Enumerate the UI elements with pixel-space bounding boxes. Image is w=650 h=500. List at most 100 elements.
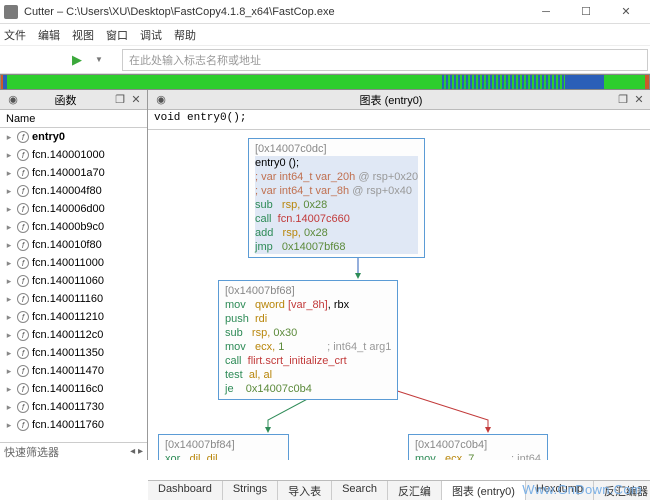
function-icon: f [17, 131, 29, 143]
function-signature: void entry0(); [148, 110, 650, 130]
watermark: Www.GnDown.Com [522, 482, 642, 497]
menu-5[interactable]: 帮助 [174, 27, 196, 43]
bottom-tab[interactable]: Dashboard [148, 481, 223, 500]
function-row[interactable]: ▸ffcn.140011350 [0, 344, 147, 362]
function-icon: f [17, 257, 29, 269]
menu-2[interactable]: 视图 [72, 27, 94, 43]
panel-close-icon[interactable]: ✕ [129, 93, 143, 107]
function-row[interactable]: ▸fentry0 [0, 128, 147, 146]
function-row[interactable]: ▸ffcn.140004f80 [0, 182, 147, 200]
function-icon: f [17, 275, 29, 287]
function-icon: f [17, 419, 29, 431]
app-icon [4, 5, 18, 19]
menu-3[interactable]: 窗口 [106, 27, 128, 43]
twisty-icon: ▸ [4, 420, 14, 431]
maximize-button[interactable]: ☐ [566, 1, 606, 23]
function-row[interactable]: ▸ffcn.140011730 [0, 398, 147, 416]
twisty-icon: ▸ [4, 294, 14, 305]
scroll-buttons[interactable]: ◂ ▸ [130, 446, 143, 457]
run-menu-button[interactable]: ▼ [86, 48, 112, 72]
search-input[interactable]: 在此处输入标志名称或地址 [122, 49, 648, 71]
twisty-icon: ▸ [4, 312, 14, 323]
window-title: Cutter – C:\Users\XU\Desktop\FastCopy4.1… [24, 6, 526, 18]
function-name: fcn.140011060 [32, 275, 104, 287]
function-icon: f [17, 347, 29, 359]
function-name: fcn.140004f80 [32, 185, 102, 197]
function-name: fcn.1400112c0 [32, 329, 103, 341]
graph-view[interactable]: [0x14007c0dc] entry0 (); ; var int64_t v… [148, 130, 650, 460]
twisty-icon: ▸ [4, 384, 14, 395]
function-icon: f [17, 167, 29, 179]
twisty-icon: ▸ [4, 348, 14, 359]
twisty-icon: ▸ [4, 222, 14, 233]
graph-node[interactable]: [0x14007bf84] xor dil, dil mov byte [var… [158, 434, 289, 460]
function-icon: f [17, 383, 29, 395]
back-button[interactable] [4, 48, 30, 72]
function-icon: f [17, 401, 29, 413]
menu-4[interactable]: 调试 [140, 27, 162, 43]
close-button[interactable]: ✕ [606, 1, 646, 23]
twisty-icon: ▸ [4, 204, 14, 215]
menu-1[interactable]: 编辑 [38, 27, 60, 43]
twisty-icon: ▸ [4, 330, 14, 341]
undock-icon[interactable]: ❐ [616, 93, 630, 107]
undock-icon[interactable]: ❐ [113, 93, 127, 107]
function-row[interactable]: ▸ffcn.140001000 [0, 146, 147, 164]
function-row[interactable]: ▸ffcn.1400112c0 [0, 326, 147, 344]
function-name: fcn.140010f80 [32, 239, 102, 251]
panel-icon: ◉ [154, 93, 168, 107]
bottom-tab[interactable]: 导入表 [278, 481, 332, 500]
function-row[interactable]: ▸ffcn.140011470 [0, 362, 147, 380]
twisty-icon: ▸ [4, 186, 14, 197]
graph-node[interactable]: [0x14007c0b4] mov ecx, 7 ; int64 call fc… [408, 434, 548, 460]
column-header-name[interactable]: Name [0, 110, 147, 128]
function-name: fcn.140011470 [32, 365, 104, 377]
graph-node[interactable]: [0x14007bf68] mov qword [var_8h], rbx pu… [218, 280, 398, 400]
function-name: fcn.140006d00 [32, 203, 105, 215]
function-row[interactable]: ▸ffcn.14000b9c0 [0, 218, 147, 236]
filter-label[interactable]: 快速筛选器 [4, 444, 59, 460]
twisty-icon: ▸ [4, 402, 14, 413]
menu-0[interactable]: 文件 [4, 27, 26, 43]
function-row[interactable]: ▸ffcn.140010f80 [0, 236, 147, 254]
function-name: fcn.1400116c0 [32, 383, 103, 395]
minimize-button[interactable]: ─ [526, 1, 566, 23]
function-row[interactable]: ▸ffcn.140011160 [0, 290, 147, 308]
function-row[interactable]: ▸ffcn.140011760 [0, 416, 147, 434]
function-icon: f [17, 329, 29, 341]
function-icon: f [17, 311, 29, 323]
function-row[interactable]: ▸ffcn.140011210 [0, 308, 147, 326]
graph-node[interactable]: [0x14007c0dc] entry0 (); ; var int64_t v… [248, 138, 425, 258]
function-row[interactable]: ▸ffcn.140011060 [0, 272, 147, 290]
function-name: entry0 [32, 131, 65, 143]
function-row[interactable]: ▸ffcn.1400116c0 [0, 380, 147, 398]
twisty-icon: ▸ [4, 240, 14, 251]
function-icon: f [17, 185, 29, 197]
function-icon: f [17, 149, 29, 161]
twisty-icon: ▸ [4, 258, 14, 269]
bottom-tab[interactable]: Strings [223, 481, 278, 500]
function-icon: f [17, 239, 29, 251]
panel-close-icon[interactable]: ✕ [632, 93, 646, 107]
function-name: fcn.140011160 [32, 293, 103, 305]
forward-button[interactable] [34, 48, 60, 72]
bottom-tab[interactable]: Search [332, 481, 388, 500]
function-row[interactable]: ▸ffcn.140011000 [0, 254, 147, 272]
function-name: fcn.140011760 [32, 419, 104, 431]
twisty-icon: ▸ [4, 168, 14, 179]
navigation-bar[interactable] [0, 74, 650, 90]
function-name: fcn.14000b9c0 [32, 221, 104, 233]
function-icon: f [17, 293, 29, 305]
panel-icon: ◉ [6, 93, 20, 107]
functions-panel-title: 函数 [20, 92, 111, 108]
function-name: fcn.140011000 [32, 257, 104, 269]
function-icon: f [17, 365, 29, 377]
function-row[interactable]: ▸ffcn.140001a70 [0, 164, 147, 182]
bottom-tab[interactable]: 图表 (entry0) [442, 481, 526, 500]
bottom-tab[interactable]: 反汇编 [388, 481, 442, 500]
function-row[interactable]: ▸ffcn.140006d00 [0, 200, 147, 218]
function-name: fcn.140011210 [32, 311, 104, 323]
graph-panel-title: 图表 (entry0) [168, 92, 614, 108]
twisty-icon: ▸ [4, 132, 14, 143]
function-name: fcn.140011350 [32, 347, 104, 359]
